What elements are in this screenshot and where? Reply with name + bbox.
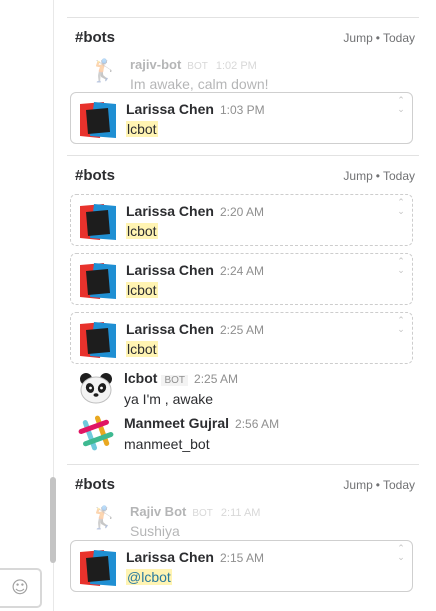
message-text: lcbot — [126, 282, 158, 298]
message-text: lcbot — [126, 341, 158, 357]
today-label: Today — [382, 169, 415, 183]
bot-badge: BOT — [187, 61, 208, 72]
expand-arrows-icon[interactable]: ⌃ ⌄ — [395, 97, 407, 125]
highlighted-message[interactable]: Larissa Chen 1:03 PM lcbot ⌃ ⌄ — [70, 92, 413, 144]
geometric-avatar-icon — [80, 204, 116, 240]
divider — [67, 17, 419, 18]
avatar — [80, 263, 116, 299]
dot-separator: • — [375, 169, 380, 183]
geometric-avatar-icon — [80, 102, 116, 138]
sender-name: Rajiv Bot — [130, 504, 187, 519]
divider — [67, 155, 419, 156]
bot-badge: BOT — [161, 375, 189, 386]
message-time: 1:03 PM — [219, 103, 265, 117]
channel-header: #bots Jump • Today — [75, 167, 415, 189]
jump-link[interactable]: Jump — [343, 169, 372, 183]
highlighted-message[interactable]: Larissa Chen 2:15 AM @lcbot ⌃ ⌄ — [70, 540, 413, 592]
expand-arrows-icon[interactable]: ⌃ ⌄ — [395, 258, 407, 286]
message-time: 2:56 AM — [235, 417, 280, 431]
message-text: Im awake, calm down! — [130, 76, 269, 92]
message-card[interactable]: Larissa Chen 2:20 AM lcbot ⌃ ⌄ — [70, 194, 413, 246]
smiley-icon: ☺ — [11, 578, 29, 598]
avatar — [80, 102, 116, 138]
channel-name[interactable]: #bots — [75, 29, 115, 46]
message-text: ya I'm , awake — [124, 391, 214, 407]
geometric-avatar-icon — [80, 322, 116, 358]
scrollbar-thumb[interactable] — [50, 477, 56, 563]
dot-separator: • — [375, 478, 380, 492]
dot-separator: • — [375, 31, 380, 45]
message-text: lcbot — [126, 121, 158, 137]
geometric-avatar-icon — [80, 263, 116, 299]
message: Manmeet Gujral 2:56 AM manmeet_bot — [78, 415, 408, 459]
message-time: 2:24 AM — [219, 264, 264, 278]
golfer-avatar-icon: 🏌 — [90, 59, 118, 84]
message-card[interactable]: Larissa Chen 2:24 AM lcbot ⌃ ⌄ — [70, 253, 413, 305]
message: lcbot BOT 2:25 AM ya I'm , awake — [78, 370, 408, 414]
message-time: 2:20 AM — [219, 205, 264, 219]
expand-arrows-icon[interactable]: ⌃ ⌄ — [395, 317, 407, 345]
sender-name[interactable]: lcbot — [124, 370, 157, 386]
message-text: Sushiya — [130, 523, 180, 539]
message-time: 2:25 AM — [194, 372, 239, 386]
geometric-avatar-icon — [80, 550, 116, 586]
message-time: 2:25 AM — [219, 323, 264, 337]
message-time: 2:15 AM — [219, 551, 264, 565]
sender-name[interactable]: Larissa Chen — [126, 203, 214, 219]
channel-name[interactable]: #bots — [75, 167, 115, 184]
context-message: 🏌 rajiv-bot BOT 1:02 PM Im awake, calm dow… — [90, 57, 410, 97]
channel-header: #bots Jump • Today — [75, 476, 415, 498]
sender-name[interactable]: Larissa Chen — [126, 101, 214, 117]
message-text: lcbot — [126, 223, 158, 239]
sender-name[interactable]: Larissa Chen — [126, 321, 214, 337]
channel-header: #bots Jump • Today — [75, 29, 415, 51]
sender-name[interactable]: Manmeet Gujral — [124, 415, 229, 431]
jump-links: Jump • Today — [343, 478, 415, 492]
avatar — [80, 204, 116, 240]
message-time: 1:02 PM — [215, 60, 257, 72]
message-text: manmeet_bot — [124, 436, 210, 452]
mention-text[interactable]: @lcbot — [126, 569, 172, 585]
avatar — [80, 322, 116, 358]
today-label: Today — [382, 478, 415, 492]
sender-name[interactable]: Larissa Chen — [126, 262, 214, 278]
message-card[interactable]: Larissa Chen 2:25 AM lcbot ⌃ ⌄ — [70, 312, 413, 364]
emoji-button[interactable]: ☺ — [0, 568, 42, 608]
panda-avatar-icon — [78, 370, 114, 406]
slack-logo-icon — [78, 415, 114, 451]
jump-link[interactable]: Jump — [343, 478, 372, 492]
message-time: 2:11 AM — [220, 507, 261, 519]
bot-badge: BOT — [192, 508, 213, 519]
divider — [67, 464, 419, 465]
jump-link[interactable]: Jump — [343, 31, 372, 45]
sender-name[interactable]: Larissa Chen — [126, 549, 214, 565]
context-message: 🏌 Rajiv Bot BOT 2:11 AM Sushiya — [90, 504, 410, 544]
sender-name: rajiv-bot — [130, 57, 182, 72]
expand-arrows-icon[interactable]: ⌃ ⌄ — [395, 199, 407, 227]
jump-links: Jump • Today — [343, 169, 415, 183]
message-feed: #bots Jump • Today 🏌 rajiv-bot BOT 1:02 PM I… — [60, 0, 436, 611]
jump-links: Jump • Today — [343, 31, 415, 45]
today-label: Today — [382, 31, 415, 45]
golfer-avatar-icon: 🏌 — [90, 506, 118, 531]
expand-arrows-icon[interactable]: ⌃ ⌄ — [395, 545, 407, 573]
avatar — [80, 550, 116, 586]
channel-name[interactable]: #bots — [75, 476, 115, 493]
